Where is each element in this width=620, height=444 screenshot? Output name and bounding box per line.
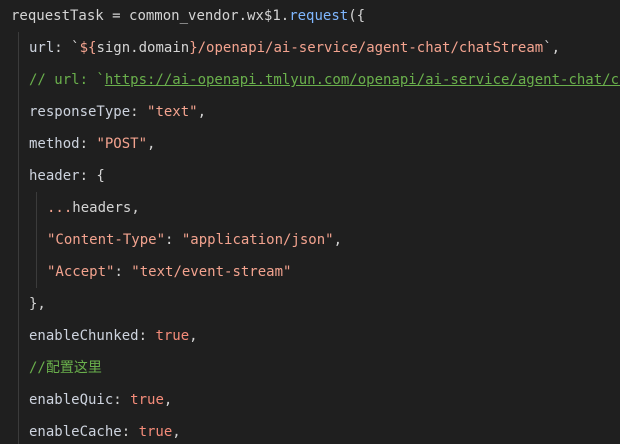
var-request-task: requestTask xyxy=(11,8,104,24)
indent-guide xyxy=(18,352,19,384)
assign-op: = xyxy=(103,8,130,24)
var-headers: headers xyxy=(72,200,132,216)
comma: , xyxy=(172,424,181,440)
str-text: "text" xyxy=(147,104,198,120)
prop-enable-quic: enableQuic xyxy=(29,392,114,408)
indent-guide xyxy=(18,416,19,444)
bool-true: true xyxy=(155,328,190,344)
code-editor[interactable]: requestTask = common_vendor.wx$1.request… xyxy=(0,0,620,444)
code-line-2[interactable]: url: `${sign.domain}/openapi/ai-service/… xyxy=(0,32,620,64)
comma: , xyxy=(131,200,140,216)
comma: , xyxy=(147,136,156,152)
indent-guide xyxy=(36,192,37,224)
tpl-open: ${ xyxy=(79,40,97,56)
str-event-stream: "text/event-stream" xyxy=(131,264,292,280)
comma: , xyxy=(333,232,343,248)
comment-url-prefix: // url: ` xyxy=(29,72,105,88)
backtick: ` xyxy=(543,40,552,56)
request-fn: request xyxy=(289,8,349,24)
colon: : xyxy=(130,104,148,120)
indent-guide xyxy=(18,256,19,288)
prop-url: url xyxy=(29,40,55,56)
prop-response-type: responseType xyxy=(29,104,131,120)
colon: : xyxy=(121,424,139,440)
indent-guide xyxy=(18,384,19,416)
code-line-13[interactable]: enableQuic: true, xyxy=(0,384,620,416)
bool-true: true xyxy=(130,392,164,408)
common-vendor: common_vendor xyxy=(129,8,239,24)
comma: , xyxy=(189,328,198,344)
indent-guide xyxy=(18,320,19,352)
code-line-11[interactable]: enableChunked: true, xyxy=(0,320,620,352)
indent-guide xyxy=(18,128,19,160)
indent-guide xyxy=(18,288,19,320)
code-line-1[interactable]: requestTask = common_vendor.wx$1.request… xyxy=(0,0,620,32)
prop-method: method xyxy=(29,136,80,152)
colon: : xyxy=(113,392,131,408)
code-line-5[interactable]: method: "POST", xyxy=(0,128,620,160)
dot: . xyxy=(130,40,139,56)
colon: : xyxy=(79,136,97,152)
prop-enable-chunked: enableChunked xyxy=(29,328,139,344)
prop-header: header xyxy=(29,168,80,184)
code-line-3[interactable]: // url: `https://ai-openapi.tmlyun.com/o… xyxy=(0,64,620,96)
key-accept: "Accept" xyxy=(47,264,115,280)
bool-true: true xyxy=(138,424,173,440)
tpl-domain: domain xyxy=(138,40,190,56)
indent-guide xyxy=(18,224,19,256)
url-path: /openapi/ai-service/agent-chat/chatStrea… xyxy=(197,40,544,56)
str-post: "POST" xyxy=(96,136,148,152)
str-application-json: "application/json" xyxy=(181,232,334,248)
comma: , xyxy=(163,392,173,408)
tpl-sign: sign xyxy=(96,40,131,56)
indent-guide xyxy=(18,192,19,224)
colon: : xyxy=(165,232,182,248)
key-content-type: "Content-Type" xyxy=(47,232,166,248)
indent-guide xyxy=(18,160,19,192)
indent-guide xyxy=(36,224,37,256)
open-paren-brace: ({ xyxy=(348,8,366,24)
dot: . xyxy=(238,8,248,24)
indent-guide xyxy=(18,64,19,96)
code-line-7[interactable]: ...headers, xyxy=(0,192,620,224)
colon-brace: : { xyxy=(79,168,105,184)
code-line-14[interactable]: enableCache: true, xyxy=(0,416,620,444)
comment-url-link[interactable]: https://ai-openapi.tmlyun.com/openapi/ai… xyxy=(105,72,620,88)
indent-guide xyxy=(18,96,19,128)
dot: . xyxy=(280,8,290,24)
code-line-10[interactable]: }, xyxy=(0,288,620,320)
wx-object: wx$1 xyxy=(247,8,281,24)
prop-enable-cache: enableCache xyxy=(29,424,122,440)
code-line-8[interactable]: "Content-Type": "application/json", xyxy=(0,224,620,256)
code-line-6[interactable]: header: { xyxy=(0,160,620,192)
spread-operator: ... xyxy=(47,200,73,216)
colon-backtick: : ` xyxy=(54,40,80,56)
code-line-12[interactable]: //配置这里 xyxy=(0,352,620,384)
close-brace: }, xyxy=(29,296,46,312)
indent-guide xyxy=(36,256,37,288)
comment-config-here: //配置这里 xyxy=(29,360,102,376)
indent-guide xyxy=(18,32,19,64)
comma: , xyxy=(551,40,561,56)
colon: : xyxy=(138,328,156,344)
tpl-close: } xyxy=(189,40,198,56)
comma: , xyxy=(197,104,207,120)
code-line-4[interactable]: responseType: "text", xyxy=(0,96,620,128)
colon: : xyxy=(114,264,132,280)
code-line-9[interactable]: "Accept": "text/event-stream" xyxy=(0,256,620,288)
